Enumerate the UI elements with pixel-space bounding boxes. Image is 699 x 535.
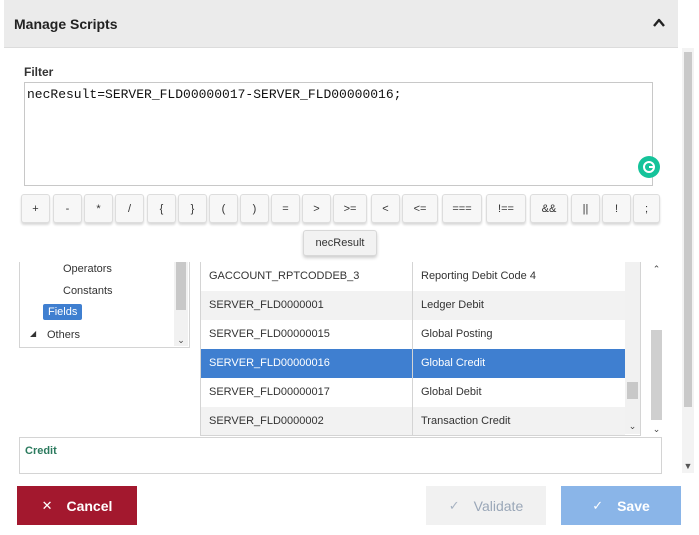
grammarly-icon[interactable] bbox=[638, 156, 660, 178]
operator-button-less-than[interactable]: < bbox=[371, 194, 400, 223]
field-name-cell: SERVER_FLD0000001 bbox=[201, 291, 413, 320]
grid-scrollbar-thumb[interactable] bbox=[627, 382, 638, 399]
operator-button-logical-and[interactable]: && bbox=[530, 194, 568, 223]
grid-scrollbar[interactable]: ⌄ bbox=[625, 262, 640, 434]
operator-button-minus[interactable]: - bbox=[53, 194, 82, 223]
field-name-cell: SERVER_FLD00000015 bbox=[201, 320, 413, 349]
scroll-down-icon[interactable]: ▼ bbox=[682, 459, 694, 473]
operator-button-open-paren[interactable]: ( bbox=[209, 194, 238, 223]
page-scrollbar[interactable]: ▼ bbox=[682, 48, 694, 473]
table-row[interactable]: SERVER_FLD0000001 Ledger Debit bbox=[201, 291, 625, 320]
scroll-down-icon[interactable]: ⌄ bbox=[648, 424, 665, 436]
tree-item-fields[interactable]: Fields bbox=[43, 304, 83, 320]
cancel-label: Cancel bbox=[66, 497, 113, 514]
table-row[interactable]: SERVER_FLD0000002 Transaction Credit bbox=[201, 407, 625, 435]
field-tooltip: necResult bbox=[303, 230, 377, 256]
field-description-cell: Ledger Debit bbox=[421, 299, 484, 311]
table-row[interactable]: GACCOUNT_RPTCODDEB_3 Reporting Debit Cod… bbox=[201, 262, 625, 291]
filter-label: Filter bbox=[24, 65, 54, 79]
tree-item-operators[interactable]: Operators bbox=[63, 263, 112, 275]
tree-item-others[interactable]: Others bbox=[47, 329, 80, 341]
save-button[interactable]: ✓ Save bbox=[561, 486, 681, 525]
tree-scrollbar-thumb[interactable] bbox=[176, 262, 186, 310]
operator-button-greater-equal[interactable]: >= bbox=[333, 194, 367, 223]
expand-icon[interactable]: ◢ bbox=[30, 329, 36, 338]
cancel-button[interactable]: ✕ Cancel bbox=[17, 486, 137, 525]
operator-button-not[interactable]: ! bbox=[602, 194, 631, 223]
panel-header: Manage Scripts bbox=[4, 0, 678, 48]
field-name-cell: SERVER_FLD00000016 bbox=[201, 349, 413, 378]
panel-title: Manage Scripts bbox=[14, 16, 118, 32]
field-description-cell: Transaction Credit bbox=[421, 415, 511, 427]
operator-button-close-brace[interactable]: } bbox=[178, 194, 207, 223]
validate-label: Validate bbox=[473, 497, 524, 514]
description-panel: Credit bbox=[19, 437, 662, 474]
scroll-down-icon[interactable]: ⌄ bbox=[174, 334, 188, 346]
section-scrollbar-thumb[interactable] bbox=[651, 330, 662, 420]
scroll-down-icon[interactable]: ⌄ bbox=[625, 420, 640, 432]
operator-button-logical-or[interactable]: || bbox=[571, 194, 600, 223]
section-scrollbar[interactable]: ⌃ ⌄ bbox=[648, 262, 665, 438]
table-row-selected[interactable]: SERVER_FLD00000016 Global Credit bbox=[201, 349, 625, 378]
chevron-up-icon[interactable] bbox=[650, 14, 668, 32]
operator-button-greater-than[interactable]: > bbox=[302, 194, 331, 223]
operator-button-close-paren[interactable]: ) bbox=[240, 194, 269, 223]
scroll-up-icon[interactable]: ⌃ bbox=[648, 264, 665, 276]
check-icon: ✓ bbox=[592, 497, 604, 513]
tree-scrollbar[interactable]: ⌄ bbox=[174, 262, 188, 346]
operator-button-open-brace[interactable]: { bbox=[147, 194, 176, 223]
field-description-cell: Global Posting bbox=[421, 328, 493, 340]
page-scrollbar-thumb[interactable] bbox=[684, 52, 692, 407]
close-icon: ✕ bbox=[41, 497, 53, 513]
field-description-cell: Global Credit bbox=[421, 357, 486, 369]
operator-button-strict-not-equal[interactable]: !== bbox=[486, 194, 526, 223]
fields-grid: GACCOUNT_RPTCODDEB_3 Reporting Debit Cod… bbox=[200, 262, 641, 436]
field-name-cell: SERVER_FLD00000017 bbox=[201, 378, 413, 407]
validate-button[interactable]: ✓ Validate bbox=[426, 486, 546, 525]
table-row[interactable]: SERVER_FLD00000017 Global Debit bbox=[201, 378, 625, 407]
operator-button-multiply[interactable]: * bbox=[84, 194, 113, 223]
operator-button-strict-equal[interactable]: === bbox=[442, 194, 482, 223]
operator-button-semicolon[interactable]: ; bbox=[633, 194, 660, 223]
operator-button-divide[interactable]: / bbox=[115, 194, 144, 223]
filter-textarea[interactable]: necResult=SERVER_FLD00000017-SERVER_FLD0… bbox=[24, 82, 653, 186]
field-description-cell: Reporting Debit Code 4 bbox=[421, 270, 536, 282]
save-label: Save bbox=[617, 497, 650, 514]
table-row[interactable]: SERVER_FLD00000015 Global Posting bbox=[201, 320, 625, 349]
check-icon: ✓ bbox=[448, 497, 460, 513]
operator-button-equals[interactable]: = bbox=[271, 194, 300, 223]
field-name-cell: GACCOUNT_RPTCODDEB_3 bbox=[201, 262, 413, 291]
operator-button-less-equal[interactable]: <= bbox=[402, 194, 438, 223]
field-description-cell: Global Debit bbox=[421, 386, 482, 398]
field-name-cell: SERVER_FLD0000002 bbox=[201, 407, 413, 435]
tree-item-constants[interactable]: Constants bbox=[63, 285, 113, 297]
category-tree: Operators Constants Fields ◢ Others ⌄ bbox=[19, 262, 190, 348]
operator-button-plus[interactable]: + bbox=[21, 194, 50, 223]
description-title: Credit bbox=[25, 445, 57, 457]
